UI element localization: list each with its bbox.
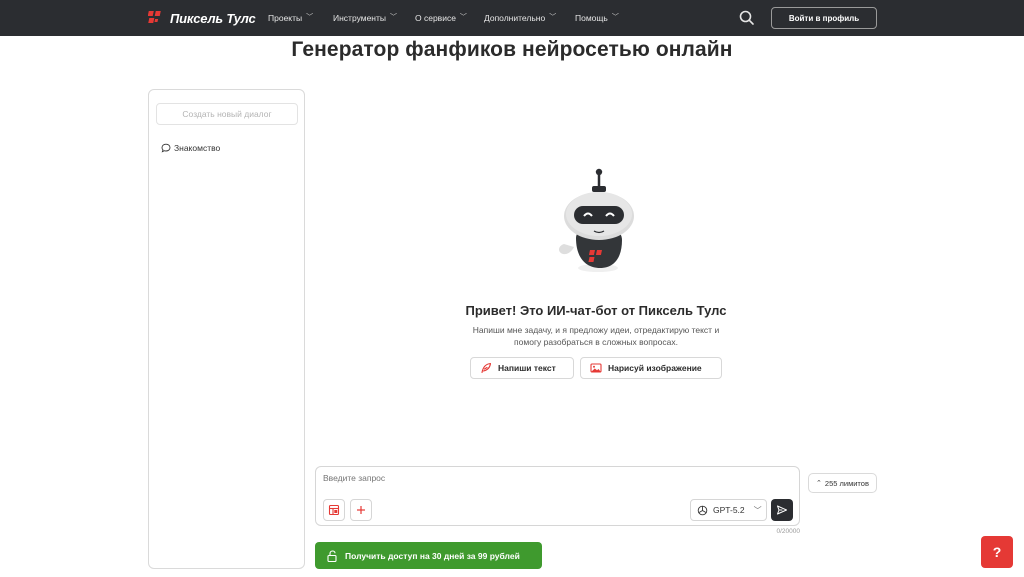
- limits-label: 255 лимитов: [824, 478, 869, 488]
- feather-icon: [481, 362, 492, 374]
- write-text-button[interactable]: Напиши текст: [470, 357, 574, 379]
- chevron-down-icon: ﹀: [390, 14, 398, 21]
- welcome-subtitle-line: Напиши мне задачу, и я предложу идеи, от…: [472, 325, 720, 335]
- plus-icon: [357, 506, 365, 514]
- nav-item-tools[interactable]: Инструменты ﹀: [333, 13, 397, 23]
- search-button[interactable]: [738, 9, 756, 27]
- write-text-label: Напиши текст: [498, 363, 556, 373]
- dialog-item-label: Знакомство: [174, 143, 221, 153]
- dialogs-sidebar: Создать новый диалог Знакомство: [148, 89, 305, 569]
- welcome-subtitle-line: помогу разобраться в сложных вопросах.: [514, 337, 678, 347]
- limits-badge[interactable]: ⌃ 255 лимитов: [808, 473, 877, 493]
- draw-image-button[interactable]: Нарисуй изображение: [580, 357, 722, 379]
- nav-label: Помощь: [575, 13, 608, 23]
- prompt-composer: GPT-5.2 ﹀: [315, 466, 800, 526]
- nav-item-projects[interactable]: Проекты ﹀: [268, 13, 313, 23]
- login-button[interactable]: Войти в профиль: [771, 7, 877, 29]
- page-title: Генератор фанфиков нейросетью онлайн: [291, 38, 733, 61]
- chat-bubble-icon: [161, 143, 171, 153]
- logo-mark-icon: [148, 11, 161, 23]
- top-navigation-bar: Пиксель Тулс Проекты ﹀ Инструменты ﹀ О с…: [0, 0, 1024, 36]
- send-icon: [777, 505, 787, 515]
- help-button[interactable]: ?: [981, 536, 1013, 568]
- new-dialog-button[interactable]: Создать новый диалог: [156, 103, 298, 125]
- nav-item-help[interactable]: Помощь ﹀: [575, 13, 619, 23]
- prompt-input[interactable]: [323, 473, 783, 483]
- welcome-subtitle: Напиши мне задачу, и я предложу идеи, от…: [446, 324, 746, 348]
- openai-icon: [697, 505, 708, 515]
- model-select[interactable]: GPT-5.2 ﹀: [690, 499, 767, 521]
- logo[interactable]: Пиксель Тулс: [148, 8, 256, 28]
- attach-button[interactable]: [350, 499, 372, 521]
- nav-label: О сервисе: [415, 13, 456, 23]
- nav-item-additional[interactable]: Дополнительно ﹀: [484, 13, 556, 23]
- model-select-value: GPT-5.2: [713, 505, 745, 515]
- chevron-down-icon: ﹀: [611, 14, 619, 21]
- get-access-label: Получить доступ на 30 дней за 99 рублей: [345, 550, 520, 561]
- unlock-icon: [327, 549, 337, 562]
- nav-label: Инструменты: [333, 13, 387, 23]
- logo-text: Пиксель Тулс: [170, 10, 256, 26]
- draw-image-label: Нарисуй изображение: [608, 363, 702, 373]
- nav-label: Проекты: [268, 13, 303, 23]
- chevron-down-icon: ﹀: [459, 14, 467, 21]
- nav-item-about[interactable]: О сервисе ﹀: [415, 13, 467, 23]
- robot-mascot-illustration: [558, 168, 634, 272]
- character-counter: 0/20000: [776, 528, 801, 535]
- chevron-down-icon: ﹀: [549, 14, 557, 21]
- send-button[interactable]: [771, 499, 793, 521]
- dialog-item[interactable]: Знакомство: [161, 143, 220, 153]
- templates-button[interactable]: [323, 499, 345, 521]
- image-icon: [590, 363, 602, 373]
- nav-label: Дополнительно: [484, 13, 546, 23]
- chevron-up-icon: ⌃: [816, 480, 822, 487]
- welcome-title: Привет! Это ИИ-чат-бот от Пиксель Тулс: [465, 303, 727, 318]
- templates-icon: [328, 504, 340, 516]
- chevron-down-icon: ﹀: [753, 505, 762, 515]
- chevron-down-icon: ﹀: [306, 14, 314, 21]
- get-access-button[interactable]: Получить доступ на 30 дней за 99 рублей: [315, 542, 542, 569]
- search-icon: [739, 10, 754, 25]
